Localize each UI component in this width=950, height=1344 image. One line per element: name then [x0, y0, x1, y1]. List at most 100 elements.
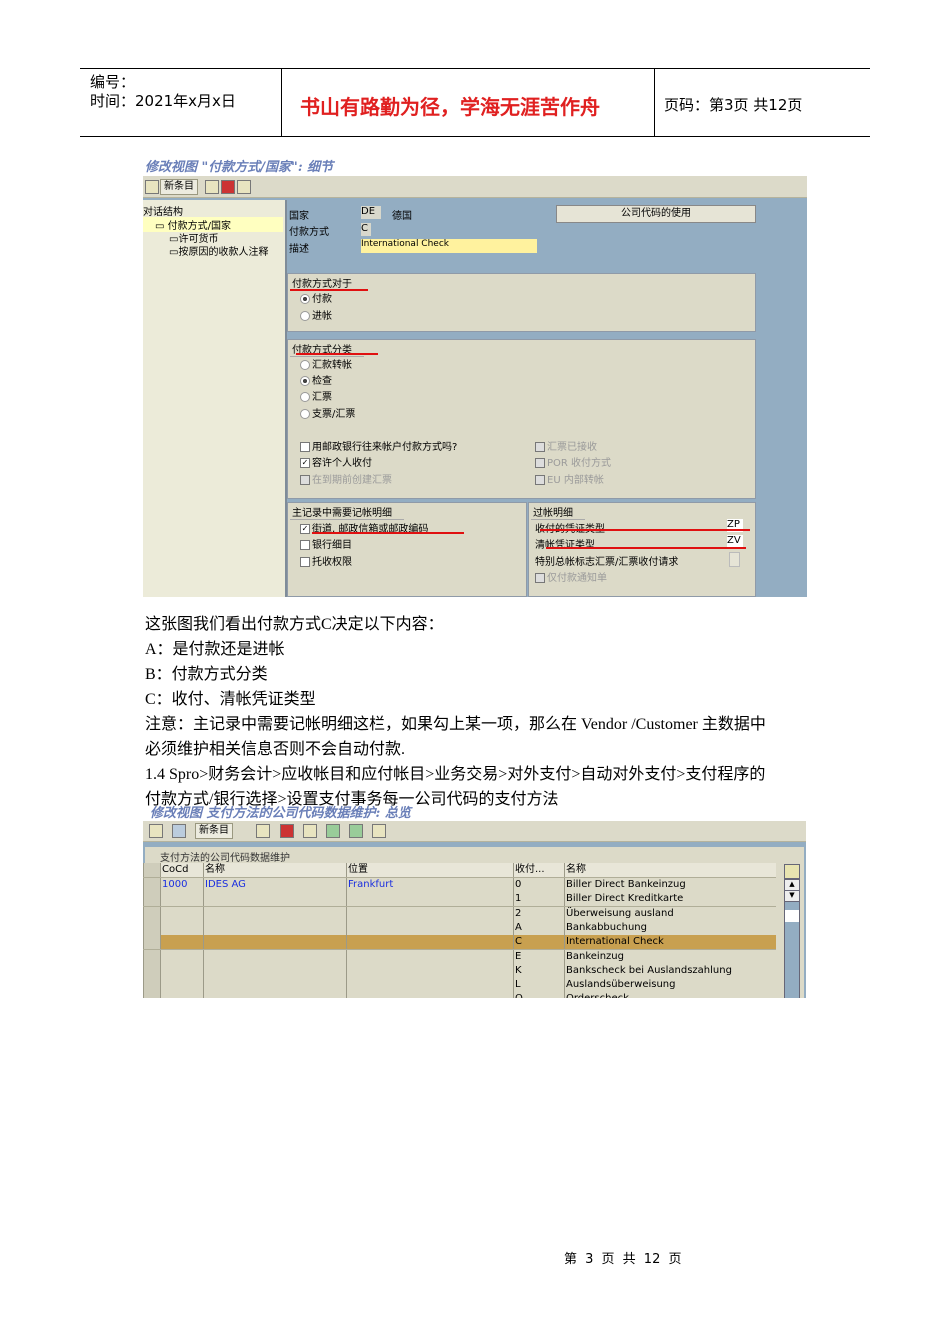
row-selector[interactable] [143, 949, 160, 964]
checkbox-collection-auth[interactable]: 托收权限 [300, 553, 352, 568]
row-selector[interactable] [143, 920, 160, 935]
scroll-down-icon[interactable]: ▼ [785, 891, 799, 902]
sap-overview-screen: 新条目 支付方法的公司代码数据维护 CoCd 名称 位置 收付... 名称 1000 IDE… [143, 821, 806, 998]
new-entry-button[interactable]: 新条目 [195, 823, 233, 839]
column-header[interactable]: 收付... [513, 863, 564, 877]
radio-bill-of-exchange[interactable]: 汇票 [300, 388, 332, 403]
table-cell: Orderscheck [564, 992, 776, 998]
company-code-usage-button[interactable]: 公司代码的使用 [556, 205, 756, 223]
table-row[interactable]: 1 Biller Direct Kreditkarte [143, 892, 776, 908]
table-row[interactable]: C International Check [143, 935, 776, 951]
select-all-icon[interactable] [326, 824, 340, 838]
undo-icon[interactable] [303, 824, 317, 838]
radio-label: 付款 [312, 294, 332, 305]
table-cell [346, 992, 513, 998]
checkbox-por: POR 收付方式 [535, 454, 611, 469]
field-label-payment-method: 付款方式 [289, 227, 329, 238]
column-header[interactable]: 位置 [346, 863, 513, 877]
copy-icon[interactable] [256, 824, 270, 838]
data-table: CoCd 名称 位置 收付... 名称 1000 IDES AG Frankfurt 0 Bill… [143, 863, 806, 998]
tree-item-label: 按原因的收款人注释 [178, 247, 269, 258]
table-row[interactable]: E Bankeinzug [143, 949, 776, 965]
radio-label: 检查 [312, 376, 332, 387]
table-row[interactable]: A Bankabbuchung [143, 920, 776, 936]
group-payment-method-for: 付款方式对于 付款 进帐 [287, 273, 756, 332]
header-bottom-rule [80, 136, 870, 137]
deselect-all-icon[interactable] [372, 824, 386, 838]
table-cell: A [513, 920, 564, 935]
table-cell [346, 963, 513, 978]
table-settings-icon[interactable] [784, 864, 800, 879]
checkbox-label: 银行细目 [312, 540, 352, 551]
table-cell [203, 978, 346, 993]
row-selector[interactable] [143, 935, 160, 950]
table-cell [346, 935, 513, 950]
paragraph-line: C：收付、清帐凭证类型 [145, 691, 316, 708]
checkbox-postal-giro[interactable]: 用邮政银行往来帐户付款方式吗? [300, 438, 457, 453]
tree-header: 对话结构 [143, 207, 183, 218]
table-cell [203, 992, 346, 998]
row-selector[interactable] [143, 906, 160, 921]
row-selector[interactable] [143, 992, 160, 998]
table-cell: Biller Direct Bankeinzug [564, 878, 776, 892]
row-selector[interactable] [143, 892, 160, 907]
display-icon[interactable] [172, 824, 186, 838]
row-selector[interactable] [143, 978, 160, 993]
radio-check-bill[interactable]: 支票/汇票 [300, 405, 355, 420]
table-cell: 0 [513, 878, 564, 892]
row-selector[interactable] [143, 878, 160, 892]
table-cell [346, 892, 513, 907]
checkbox-bill-accepted: 汇票已接收 [535, 438, 597, 453]
select-block-icon[interactable] [349, 824, 363, 838]
table-cell [346, 920, 513, 935]
table-row[interactable]: K Bankscheck bei Auslandszahlung [143, 963, 776, 979]
header-top-rule [80, 68, 870, 69]
edit-icon[interactable] [149, 824, 163, 838]
table-row[interactable]: 2 Überweisung ausland [143, 906, 776, 922]
red-underline [540, 529, 750, 531]
delete-icon[interactable] [280, 824, 294, 838]
delete-icon[interactable] [221, 180, 235, 194]
row-selector[interactable] [143, 963, 160, 978]
table-row[interactable]: 1000 IDES AG Frankfurt 0 Biller Direct Banke… [143, 878, 776, 893]
scroll-thumb[interactable] [785, 910, 799, 922]
scrollbar[interactable]: ▲ ▼ [784, 879, 800, 998]
table-cell: Auslandsüberweisung [564, 978, 776, 993]
checkbox-eu-transfer: EU 内部转帐 [535, 471, 604, 486]
checkbox-bank-details[interactable]: 银行细目 [300, 536, 352, 551]
header-divider [654, 68, 655, 136]
paragraph-line: 注意：主记录中需要记帐明细这栏，如果勾上某一项，那么在 Vendor /Cust… [145, 716, 766, 733]
column-header[interactable]: CoCd [160, 863, 203, 877]
radio-check[interactable]: 检查 [300, 372, 332, 387]
scroll-up-icon[interactable]: ▲ [785, 880, 799, 891]
checkbox-personal-payment[interactable]: ✓ 容许个人收付 [300, 454, 372, 469]
row-selector[interactable] [143, 863, 160, 877]
table-cell [346, 949, 513, 964]
payment-method-field[interactable]: C [361, 223, 371, 236]
column-header[interactable]: 名称 [203, 863, 346, 877]
new-entry-button[interactable]: 新条目 [160, 179, 198, 195]
tree-item-payee-notes[interactable]: ▭按原因的收款人注释 [169, 243, 268, 258]
copy-icon[interactable] [205, 180, 219, 194]
table-row[interactable]: OOrderscheck [143, 992, 776, 998]
checkbox-label: 托收权限 [312, 557, 352, 568]
table-cell: Bankeinzug [564, 949, 776, 964]
table-cell [160, 978, 203, 993]
description-field[interactable]: International Check [361, 239, 537, 253]
radio-outgoing[interactable]: 付款 [300, 290, 332, 305]
document-page: 编号： 时间：2021年x月x日 书山有路勤为径，学海无涯苦作舟 页码：第3页 … [0, 0, 950, 1344]
table-cell [160, 906, 203, 921]
radio-label: 汇票 [312, 392, 332, 403]
radio-incoming[interactable]: 进帐 [300, 307, 332, 322]
table-cell: K [513, 963, 564, 978]
radio-bank-transfer[interactable]: 汇款转帐 [300, 356, 352, 371]
special-gl-field[interactable] [729, 552, 740, 567]
table-cell [160, 949, 203, 964]
table-header[interactable]: CoCd 名称 位置 收付... 名称 [143, 863, 776, 878]
column-header[interactable]: 名称 [564, 863, 776, 877]
undo-icon[interactable] [237, 180, 251, 194]
group-payment-method-class: 付款方式分类 汇款转帐 检查 汇票 支票/汇票 用邮政银行往来帐户付款方式吗? … [287, 339, 756, 499]
country-field[interactable]: DE [361, 206, 381, 219]
edit-icon[interactable] [145, 180, 159, 194]
table-row[interactable]: L Auslandsüberweisung [143, 978, 776, 994]
